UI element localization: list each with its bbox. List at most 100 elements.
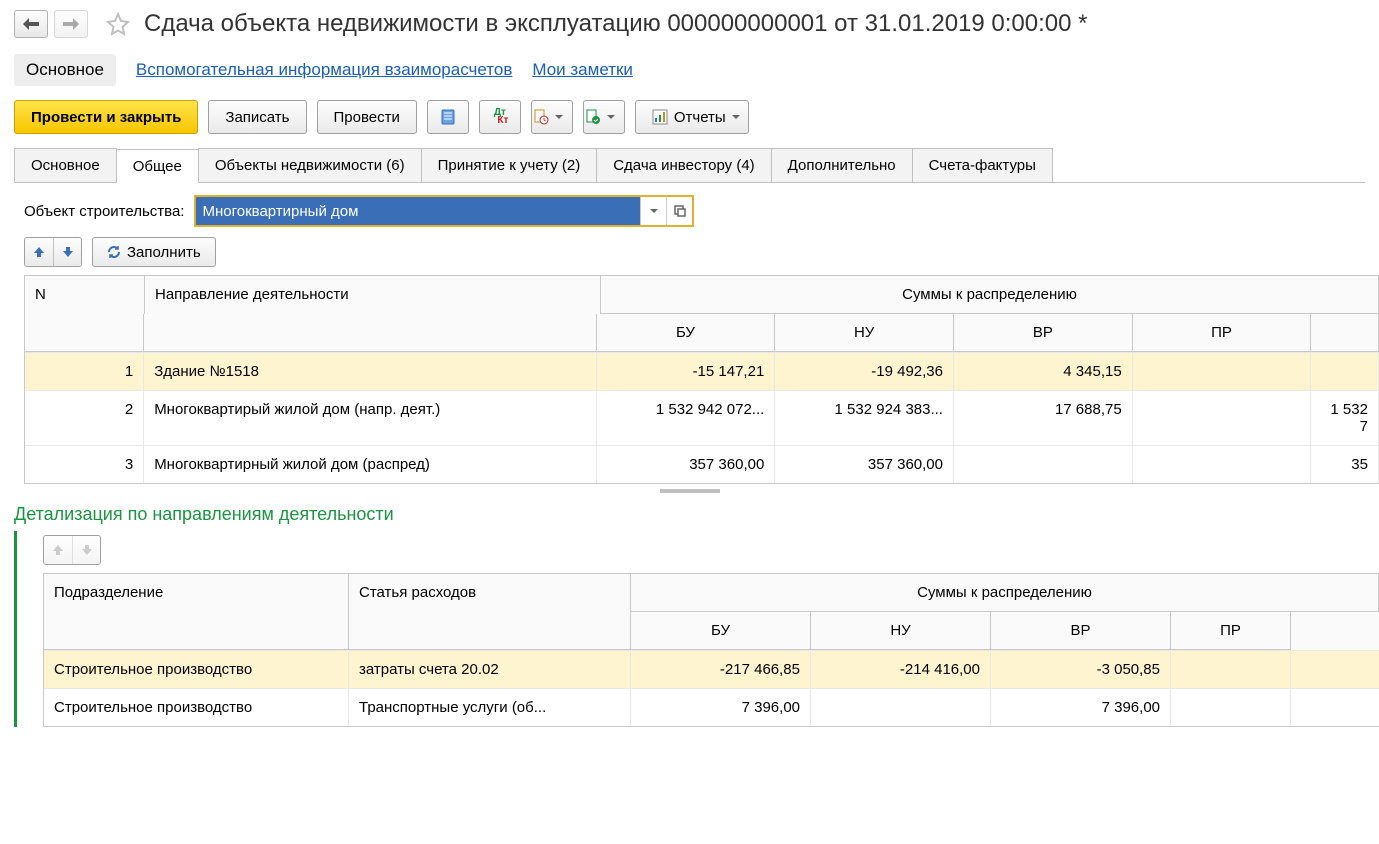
fill-button[interactable]: Заполнить xyxy=(92,237,216,267)
tab-objects[interactable]: Объекты недвижимости (6) xyxy=(198,148,422,182)
th-pr[interactable]: ПР xyxy=(1133,314,1312,352)
cell-vr: 4 345,15 xyxy=(954,353,1133,390)
th-nu[interactable]: НУ xyxy=(775,314,954,352)
cell-bu: 357 360,00 xyxy=(597,446,776,483)
table-row[interactable]: 3 Многоквартирный жилой дом (распред) 35… xyxy=(25,445,1379,483)
th-bu[interactable]: БУ xyxy=(597,314,776,352)
post-button[interactable]: Провести xyxy=(317,100,417,134)
chevron-down-icon xyxy=(650,207,658,215)
dth-pod[interactable]: Подразделение xyxy=(44,574,349,612)
refresh-icon xyxy=(107,245,121,259)
object-label: Объект строительства: xyxy=(24,203,184,220)
cell-bu: -15 147,21 xyxy=(597,353,776,390)
chart-icon xyxy=(652,109,668,125)
dcell-pod: Строительное производство xyxy=(44,689,349,726)
tab-extra[interactable]: Дополнительно xyxy=(771,148,913,182)
tab-invoices[interactable]: Счета-фактуры xyxy=(912,148,1053,182)
reports-button[interactable]: Отчеты xyxy=(635,100,749,134)
link-doc-icon xyxy=(585,109,601,125)
dcell-nu: -214 416,00 xyxy=(811,651,991,688)
save-button[interactable]: Записать xyxy=(208,100,306,134)
cell-extra: 1 532 7 xyxy=(1311,391,1379,445)
dcell-bu: -217 466,85 xyxy=(631,651,811,688)
cell-nu: -19 492,36 xyxy=(775,353,954,390)
chevron-down-icon xyxy=(607,113,615,121)
detail-move-up-button[interactable] xyxy=(44,536,72,564)
dcell-vr: 7 396,00 xyxy=(991,689,1171,726)
cell-extra xyxy=(1311,353,1379,390)
chevron-down-icon xyxy=(555,113,563,121)
section-tab-notes[interactable]: Мои заметки xyxy=(532,60,633,80)
dth-pod-spacer xyxy=(44,612,349,650)
cell-pr xyxy=(1133,353,1312,390)
tab-main[interactable]: Основное xyxy=(14,148,117,182)
tab-accept[interactable]: Принятие к учету (2) xyxy=(421,148,598,182)
cell-nu: 357 360,00 xyxy=(775,446,954,483)
star-icon[interactable] xyxy=(104,10,132,38)
main-table: N Направление деятельности Суммы к распр… xyxy=(24,275,1379,484)
clock-doc-icon xyxy=(533,109,549,125)
object-input[interactable] xyxy=(196,197,640,225)
dcell-stat: Транспортные услуги (об... xyxy=(349,689,631,726)
cell-dir: Здание №1518 xyxy=(144,353,596,390)
cell-extra: 35 xyxy=(1311,446,1379,483)
reports-label: Отчеты xyxy=(674,109,726,126)
register-button[interactable] xyxy=(427,100,469,134)
cell-vr: 17 688,75 xyxy=(954,391,1133,445)
arrow-up-icon xyxy=(52,544,64,556)
move-up-button[interactable] xyxy=(25,238,53,266)
dtkt-button[interactable]: ДтКт xyxy=(479,100,521,134)
tab-general[interactable]: Общее xyxy=(116,149,199,183)
dcell-bu: 7 396,00 xyxy=(631,689,811,726)
related-button[interactable] xyxy=(583,100,625,134)
dcell-pr xyxy=(1171,651,1291,688)
dth-vr[interactable]: ВР xyxy=(991,612,1171,650)
cell-vr xyxy=(954,446,1133,483)
table-row[interactable]: 1 Здание №1518 -15 147,21 -19 492,36 4 3… xyxy=(25,352,1379,390)
th-sum[interactable]: Суммы к распределению xyxy=(601,276,1379,314)
th-n-spacer xyxy=(25,314,144,352)
dcell-stat: затраты счета 20.02 xyxy=(349,651,631,688)
th-dir-spacer xyxy=(144,314,596,352)
open-button[interactable] xyxy=(666,197,692,225)
dth-bu[interactable]: БУ xyxy=(631,612,811,650)
dth-nu[interactable]: НУ xyxy=(811,612,991,650)
list-icon xyxy=(440,109,456,125)
section-tab-main[interactable]: Основное xyxy=(14,54,116,86)
attach-button[interactable] xyxy=(531,100,573,134)
table-row[interactable]: 2 Многоквартирый жилой дом (напр. деят.)… xyxy=(25,390,1379,445)
dcell-nu xyxy=(811,689,991,726)
arrow-down-icon xyxy=(81,544,93,556)
post-and-close-button[interactable]: Провести и закрыть xyxy=(14,100,198,134)
fill-label: Заполнить xyxy=(127,244,201,261)
move-down-button[interactable] xyxy=(53,238,81,266)
cell-n: 3 xyxy=(25,446,144,483)
dth-stat-spacer xyxy=(349,612,631,650)
dropdown-button[interactable] xyxy=(640,197,666,225)
th-extra[interactable] xyxy=(1311,314,1379,352)
arrow-up-icon xyxy=(33,246,45,258)
th-n[interactable]: N xyxy=(25,276,145,314)
section-tab-aux[interactable]: Вспомогательная информация взаиморасчето… xyxy=(136,60,512,80)
cell-dir: Многоквартирый жилой дом (напр. деят.) xyxy=(144,391,596,445)
dcell-pr xyxy=(1171,689,1291,726)
dth-stat[interactable]: Статья расходов xyxy=(349,574,631,612)
cell-pr xyxy=(1133,391,1312,445)
splitter[interactable] xyxy=(0,484,1379,498)
tab-investor[interactable]: Сдача инвестору (4) xyxy=(596,148,771,182)
th-vr[interactable]: ВР xyxy=(954,314,1133,352)
open-icon xyxy=(674,205,686,217)
dth-sum[interactable]: Суммы к распределению xyxy=(631,574,1379,612)
chevron-down-icon xyxy=(732,113,740,121)
table-row[interactable]: Строительное производство затраты счета … xyxy=(44,650,1379,688)
detail-table: Подразделение Статья расходов Суммы к ра… xyxy=(43,573,1379,727)
cell-bu: 1 532 942 072... xyxy=(597,391,776,445)
detail-move-down-button[interactable] xyxy=(72,536,100,564)
dcell-pod: Строительное производство xyxy=(44,651,349,688)
back-button[interactable] xyxy=(14,10,48,38)
table-row[interactable]: Строительное производство Транспортные у… xyxy=(44,688,1379,726)
object-input-wrap xyxy=(194,195,694,227)
forward-button[interactable] xyxy=(54,10,88,38)
th-direction[interactable]: Направление деятельности xyxy=(145,276,601,314)
dth-pr[interactable]: ПР xyxy=(1171,612,1291,650)
